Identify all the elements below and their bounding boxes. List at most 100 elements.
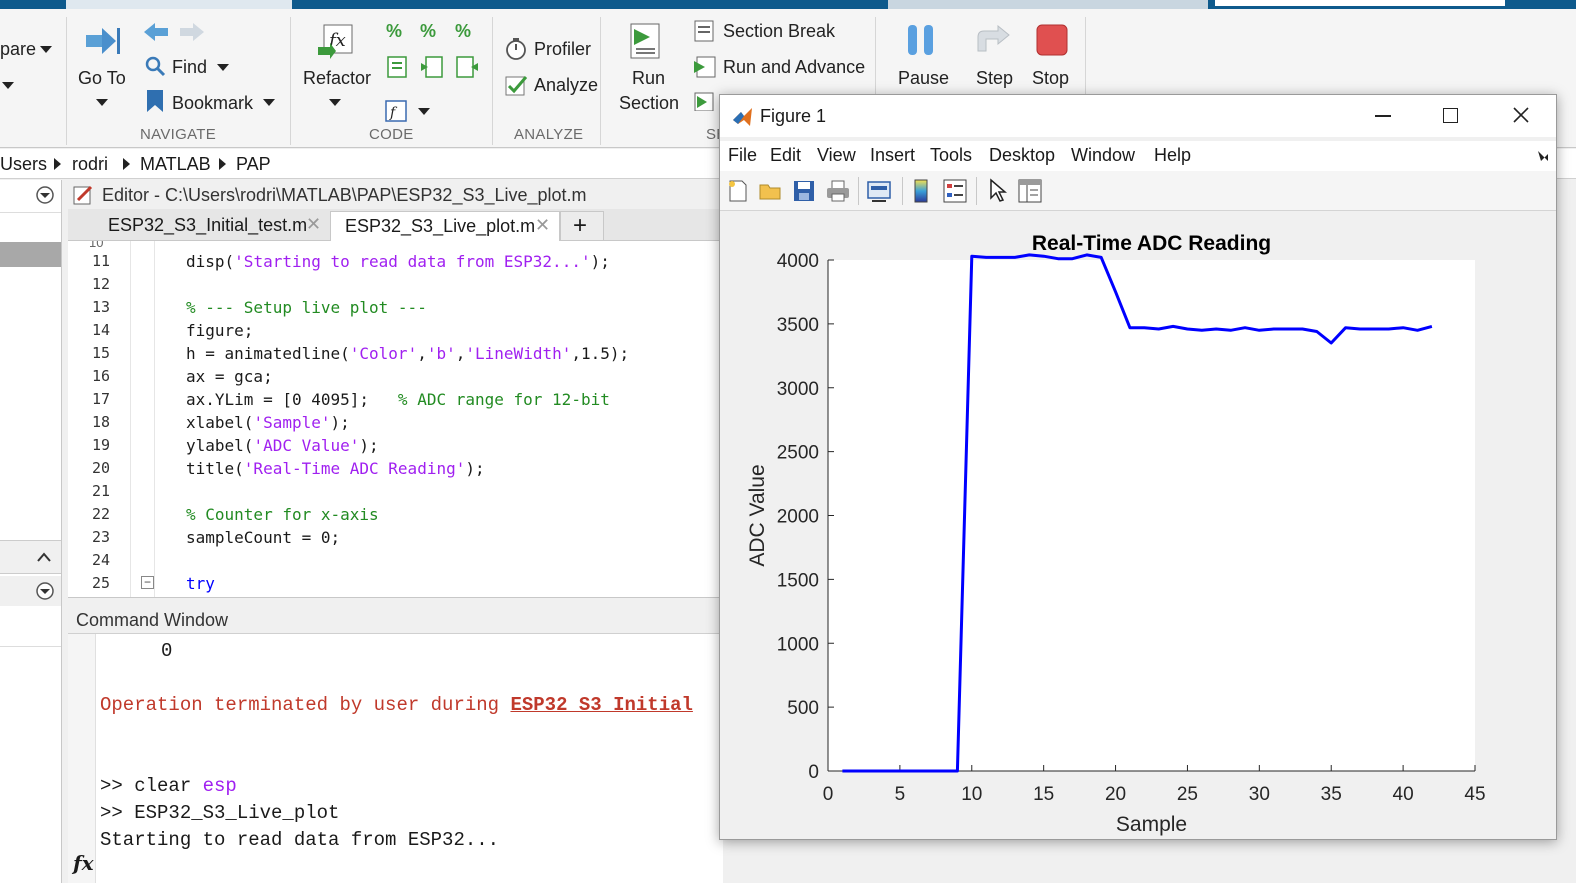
- y-tick-label: 2500: [777, 443, 819, 464]
- menu-insert[interactable]: Insert: [870, 145, 915, 166]
- code-line[interactable]: 20 title('Real-Time ADC Reading');: [68, 457, 723, 480]
- function-icon[interactable]: f: [384, 99, 408, 123]
- code-line[interactable]: 11 disp('Starting to read data from ESP32…: [68, 250, 723, 273]
- run-advance-icon[interactable]: [693, 55, 717, 79]
- menu-tools[interactable]: Tools: [930, 145, 972, 166]
- menu-desktop[interactable]: Desktop: [989, 145, 1055, 166]
- error-link[interactable]: ESP32_S3_Initial: [510, 694, 692, 716]
- compare-label[interactable]: pare: [0, 39, 36, 60]
- breadcrumb-users[interactable]: Users: [0, 154, 47, 175]
- code-line[interactable]: 12: [68, 273, 723, 296]
- chevron-down-icon[interactable]: [263, 99, 275, 106]
- refactor-label[interactable]: Refactor: [303, 68, 371, 89]
- pause-label[interactable]: Pause: [898, 68, 949, 89]
- tab-live-plot[interactable]: ESP32_S3_Live_plot.m ✕: [330, 211, 560, 241]
- uncomment-icon[interactable]: %: [420, 21, 436, 42]
- code-line[interactable]: 22 % Counter for x-axis: [68, 503, 723, 526]
- chevron-down-icon[interactable]: [2, 82, 14, 89]
- search-icon[interactable]: [144, 55, 166, 77]
- close-icon[interactable]: ✕: [306, 214, 321, 235]
- bookmark-label[interactable]: Bookmark: [172, 93, 253, 114]
- tab-initial-test[interactable]: ESP32_S3_Initial_test.m ✕: [94, 211, 328, 241]
- close-icon[interactable]: [1513, 107, 1529, 123]
- x-tick-label: 20: [1105, 784, 1126, 805]
- function-browser-icon[interactable]: fx: [73, 851, 94, 875]
- selected-file-row[interactable]: [0, 242, 61, 267]
- pause-icon[interactable]: [905, 23, 937, 57]
- new-figure-icon[interactable]: [726, 179, 750, 203]
- run-section-label-2[interactable]: Section: [619, 93, 679, 114]
- code-editor[interactable]: 10 − 11 disp('Starting to read data from …: [68, 241, 723, 598]
- cursor-arrow-icon[interactable]: [988, 178, 1008, 204]
- run-advance-label[interactable]: Run and Advance: [723, 57, 865, 78]
- step-label[interactable]: Step: [976, 68, 1013, 89]
- bookmark-icon[interactable]: [145, 89, 165, 113]
- back-arrow-icon[interactable]: [142, 21, 172, 43]
- code-line[interactable]: 17 ax.YLim = [0 4095]; % ADC range for 12…: [68, 388, 723, 411]
- analyze-label[interactable]: Analyze: [534, 75, 598, 96]
- chevron-down-icon[interactable]: [418, 108, 430, 115]
- close-icon[interactable]: ✕: [535, 215, 550, 236]
- menu-help[interactable]: Help: [1154, 145, 1191, 166]
- profiler-label[interactable]: Profiler: [534, 39, 591, 60]
- code-line[interactable]: 14 figure;: [68, 319, 723, 342]
- menu-edit[interactable]: Edit: [770, 145, 801, 166]
- print-icon[interactable]: [825, 179, 851, 203]
- increase-indent-icon[interactable]: [420, 55, 444, 79]
- chevron-down-icon[interactable]: [217, 64, 229, 71]
- run-to-end-icon[interactable]: [693, 91, 715, 111]
- maximize-icon[interactable]: [1443, 108, 1458, 123]
- code-line[interactable]: 21: [68, 480, 723, 503]
- panel-menu-icon[interactable]: [35, 185, 55, 205]
- code-line[interactable]: 15 h = animatedline('Color','b','LineWidt…: [68, 342, 723, 365]
- code-line[interactable]: 24: [68, 549, 723, 572]
- section-break-icon[interactable]: [693, 19, 715, 43]
- code-line[interactable]: 19 ylabel('ADC Value');: [68, 434, 723, 457]
- menu-file[interactable]: File: [728, 145, 757, 166]
- analyze-icon[interactable]: [504, 73, 528, 97]
- save-icon[interactable]: [792, 179, 816, 203]
- property-editor-icon[interactable]: [1017, 178, 1043, 204]
- find-label[interactable]: Find: [172, 57, 207, 78]
- chevron-down-icon[interactable]: [96, 99, 108, 106]
- code-line[interactable]: 13 % --- Setup live plot ---: [68, 296, 723, 319]
- breadcrumb-rodri[interactable]: rodri: [72, 154, 108, 175]
- panel-menu-icon[interactable]: [35, 581, 55, 601]
- chevron-down-icon[interactable]: [40, 46, 52, 53]
- search-box[interactable]: [1215, 0, 1505, 6]
- link-plot-icon[interactable]: [866, 179, 894, 203]
- decrease-indent-icon[interactable]: [455, 55, 479, 79]
- command-window[interactable]: 0 Operation terminated by user during ES…: [68, 634, 723, 883]
- profiler-icon[interactable]: [504, 37, 528, 61]
- menu-view[interactable]: View: [817, 145, 856, 166]
- stop-icon[interactable]: [1035, 23, 1069, 57]
- open-folder-icon[interactable]: [758, 179, 784, 203]
- legend-icon[interactable]: [942, 178, 968, 204]
- chevron-down-icon[interactable]: [329, 99, 341, 106]
- indent-icon[interactable]: [386, 55, 408, 79]
- menu-window[interactable]: Window: [1071, 145, 1135, 166]
- run-section-label-1[interactable]: Run: [632, 68, 665, 89]
- goto-label[interactable]: Go To: [78, 68, 126, 89]
- plot-axes-background: [828, 260, 1475, 771]
- code-line[interactable]: 16 ax = gca;: [68, 365, 723, 388]
- stop-label[interactable]: Stop: [1032, 68, 1069, 89]
- run-section-icon[interactable]: [628, 21, 664, 61]
- breadcrumb-pap[interactable]: PAP: [236, 154, 271, 175]
- code-line[interactable]: 18 xlabel('Sample');: [68, 411, 723, 434]
- wrap-comment-icon[interactable]: %: [455, 21, 471, 42]
- dock-arrow-icon[interactable]: [1536, 149, 1550, 163]
- code-line[interactable]: 25 try: [68, 572, 723, 595]
- breadcrumb-matlab[interactable]: MATLAB: [140, 154, 211, 175]
- minimize-icon[interactable]: [1375, 115, 1391, 117]
- add-tab-button[interactable]: +: [560, 211, 604, 241]
- line-number: 16: [91, 367, 110, 385]
- adc-chart[interactable]: 0 5 10 15 20 25 30 35 40 45 0 500 1000 1500 2000 2500 30…: [720, 212, 1556, 839]
- goto-icon[interactable]: [84, 25, 122, 57]
- refactor-icon[interactable]: fx: [316, 21, 356, 61]
- code-line[interactable]: 23 sampleCount = 0;: [68, 526, 723, 549]
- chevron-up-icon[interactable]: [36, 550, 52, 564]
- colorbar-icon[interactable]: [911, 178, 931, 204]
- comment-icon[interactable]: %: [386, 21, 402, 42]
- section-break-label[interactable]: Section Break: [723, 21, 835, 42]
